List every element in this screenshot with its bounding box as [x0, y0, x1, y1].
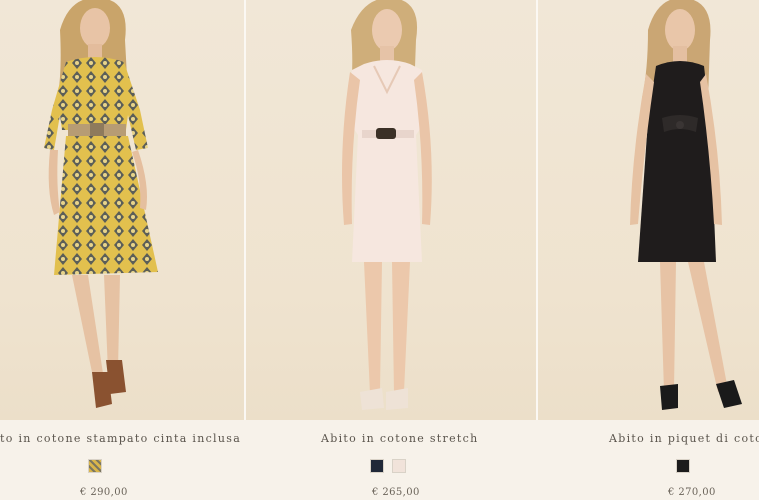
product-title[interactable]: Abito in piquet di cotone	[609, 432, 759, 445]
product-card-3[interactable]: Abito in piquet di cotone € 270,00	[538, 0, 759, 500]
swatch-powder[interactable]	[392, 459, 406, 473]
product-price: € 270,00	[668, 487, 716, 498]
product-card-1[interactable]: to in cotone stampato cinta inclusa € 29…	[0, 0, 244, 500]
product-price: € 265,00	[372, 487, 420, 498]
product-image-white-dress[interactable]	[246, 0, 536, 420]
product-card-2[interactable]: Abito in cotone stretch € 265,00	[246, 0, 536, 500]
color-swatches	[676, 459, 690, 473]
color-swatches	[370, 459, 406, 473]
product-image-black-dress[interactable]	[538, 0, 759, 420]
product-price: € 290,00	[80, 487, 128, 498]
swatch-navy[interactable]	[370, 459, 384, 473]
product-image-yellow-dress[interactable]	[0, 0, 244, 420]
swatch-yellow-print[interactable]	[88, 459, 102, 473]
product-grid: to in cotone stampato cinta inclusa € 29…	[0, 0, 759, 500]
product-title[interactable]: to in cotone stampato cinta inclusa	[0, 432, 241, 445]
product-title[interactable]: Abito in cotone stretch	[321, 432, 478, 445]
swatch-black[interactable]	[676, 459, 690, 473]
color-swatches	[88, 459, 102, 473]
